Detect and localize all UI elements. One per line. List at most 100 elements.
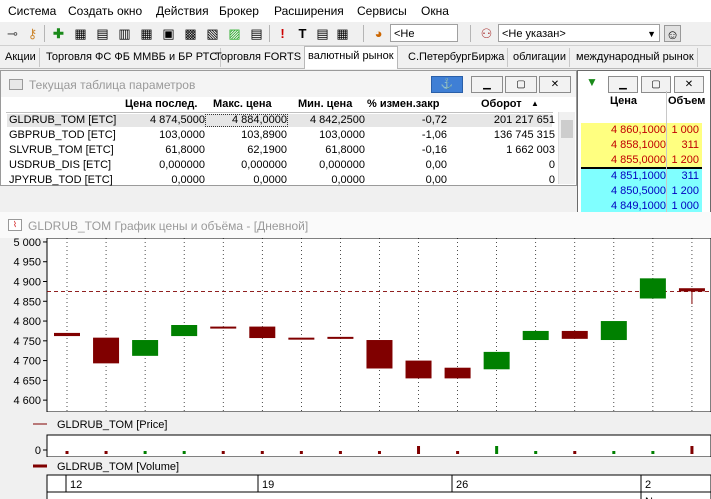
text-icon[interactable]: T [294, 25, 311, 42]
y-tick-label: 4 650 [13, 375, 41, 387]
ask-row[interactable]: 4 858,1000 311 [581, 138, 702, 153]
volume-bar [104, 451, 108, 454]
value-cell: 61,8000 [165, 144, 205, 156]
book-close-button[interactable]: ✕ [674, 76, 704, 93]
value-cell: 0,0000 [331, 174, 365, 186]
report-icon[interactable]: ▤ [314, 25, 331, 42]
tab-stocks[interactable]: Акции [2, 48, 40, 67]
book-column-volume[interactable]: Объем [668, 95, 705, 107]
table-icon [9, 79, 23, 90]
menu-actions[interactable]: Действия [156, 4, 209, 18]
column-change-pct[interactable]: % измен.закр [367, 98, 439, 112]
column-last-price[interactable]: Цена послед. [125, 98, 197, 112]
volume-bar [143, 451, 147, 454]
table-edit-icon[interactable]: ▤ [94, 25, 111, 42]
book-volume-cell: 311 [681, 170, 699, 182]
pie-chart-icon[interactable]: ◕ [370, 25, 387, 42]
toolbar: ⊸ ⚷ ✚ ▦ ▤ ▥ ▦ ▣ ▩ ▧ ▨ ▤ ! T ▤ ▦ ◕ <Не ук… [0, 22, 711, 58]
column-min-price[interactable]: Мин. цена [298, 98, 352, 112]
table-export-icon[interactable]: ▨ [226, 25, 243, 42]
table-row[interactable]: USDRUB_DIS [ETC] 0,000000 0,000000 0,000000… [7, 159, 555, 172]
date-label: 19 [262, 479, 274, 491]
column-max-price[interactable]: Макс. цена [213, 98, 272, 112]
menu-create-window[interactable]: Создать окно [68, 4, 142, 18]
table-row[interactable]: GLDRUB_TOM [ETC] 4 874,5000 4 884,0000 4 84… [7, 114, 555, 127]
instrument-cell: USDRUB_DIS [ETC] [9, 159, 112, 171]
volume-bar [534, 451, 538, 454]
scrollbar-thumb[interactable] [561, 120, 573, 138]
ask-row[interactable]: 4 855,0000 1 200 [581, 153, 702, 168]
menu-system[interactable]: Система [8, 4, 56, 18]
parameters-table-window: Текущая таблица параметров ⚓ ▁ ▢ ✕ Цена … [0, 70, 577, 186]
value-cell: 61,8000 [325, 144, 365, 156]
book-minimize-button[interactable]: ▁ [608, 76, 638, 93]
candle [522, 330, 549, 341]
candle [678, 288, 705, 292]
window-title: Текущая таблица параметров [29, 78, 196, 92]
menu-broker[interactable]: Брокер [219, 4, 259, 18]
ask-row[interactable]: 4 860,1000 1 000 [581, 123, 702, 138]
tab-forts[interactable]: Торговля FORTS [212, 48, 306, 67]
table-search-icon[interactable]: ▩ [182, 25, 199, 42]
tab-currency-market[interactable]: валютный рынок [304, 46, 398, 69]
candle [483, 351, 510, 370]
account-icon[interactable]: ⚇ [478, 25, 495, 42]
user-search-icon[interactable]: ☺ [664, 25, 681, 42]
toolbar-separator [269, 25, 270, 42]
candle [366, 340, 393, 369]
key-icon[interactable]: ⊸ [4, 25, 21, 42]
tab-international[interactable]: международный рынок [573, 48, 698, 67]
column-turnover[interactable]: Оборот [481, 98, 522, 112]
add-icon[interactable]: ✚ [50, 25, 67, 42]
close-button[interactable]: ✕ [539, 76, 571, 93]
account-select[interactable]: <Не указан> ▼ [498, 24, 660, 42]
candle [171, 325, 198, 337]
minimize-button[interactable]: ▁ [471, 76, 503, 93]
value-cell: -1,06 [421, 129, 447, 141]
tab-fs-fb-micex[interactable]: Торговля ФС ФБ ММВБ и БР РТС [43, 48, 222, 67]
bid-row[interactable]: 4 850,5000 1 200 [581, 184, 702, 199]
table-row[interactable]: GBPRUB_TOD [ETC] 103,0000 103,8900 103,0000… [7, 129, 555, 142]
book-volume-cell: 311 [681, 139, 699, 151]
table-filter-icon[interactable]: ▧ [204, 25, 221, 42]
book-column-price[interactable]: Цена [610, 95, 637, 107]
value-cell: 0,0000 [253, 174, 287, 186]
alert-icon[interactable]: ! [274, 25, 291, 42]
window-title-bar[interactable]: Текущая таблица параметров ⚓ ▁ ▢ ✕ [1, 71, 576, 97]
table-row[interactable]: SLVRUB_TOM [ETC] 61,8000 62,1900 61,8000 -0,… [7, 144, 555, 157]
volume-bar [299, 451, 303, 454]
candle [132, 340, 159, 356]
table-chart-icon[interactable]: ▤ [248, 25, 265, 42]
chart-icon: ⌇ [8, 219, 22, 231]
maximize-button[interactable]: ▢ [505, 76, 537, 93]
vertical-scrollbar[interactable] [558, 112, 575, 184]
chart-title: GLDRUB_TOM График цены и объёма - [Дневн… [28, 219, 309, 233]
candle [600, 321, 627, 341]
book-price-cell: 4 860,1000 [610, 124, 666, 136]
bid-row[interactable]: 4 851,1000 311 [581, 169, 702, 184]
menu-windows[interactable]: Окна [421, 4, 449, 18]
table-grid-icon[interactable]: ▦ [138, 25, 155, 42]
chart-title-bar[interactable]: ⌇ GLDRUB_TOM График цены и объёма - [Дне… [0, 212, 711, 238]
menu-services[interactable]: Сервисы [357, 4, 407, 18]
table-list-icon[interactable]: ▥ [116, 25, 133, 42]
tab-bonds[interactable]: облигации [510, 48, 570, 67]
tab-spb-exchange[interactable]: С.ПетербургБиржа [405, 48, 509, 67]
orders-icon[interactable]: ▦ [334, 25, 351, 42]
account-select-value: <Не указан> [502, 28, 566, 40]
menu-extensions[interactable]: Расширения [274, 4, 344, 18]
toolbar-separator [470, 25, 471, 42]
table-row[interactable]: JPYRUB_TOD [ETC] 0,0000 0,0000 0,0000 0,00 0 [7, 174, 555, 187]
volume-bar [456, 451, 460, 454]
disconnect-icon[interactable]: ⚷ [24, 25, 41, 42]
client-code-select[interactable]: <Не указан> [390, 24, 458, 58]
book-price-cell: 4 851,1000 [610, 170, 666, 182]
table-quote-icon[interactable]: ▣ [160, 25, 177, 42]
date-label: 2 [645, 479, 651, 491]
chart-canvas[interactable]: 5 000 4 950 4 900 4 850 4 800 4 750 4 700 4 650… [0, 238, 711, 499]
volume-bar [182, 451, 186, 454]
book-price-cell: 4 858,1000 [610, 139, 666, 151]
table-icon[interactable]: ▦ [72, 25, 89, 42]
anchor-icon[interactable]: ⚓ [431, 76, 463, 93]
value-cell: 103,0000 [159, 129, 205, 141]
